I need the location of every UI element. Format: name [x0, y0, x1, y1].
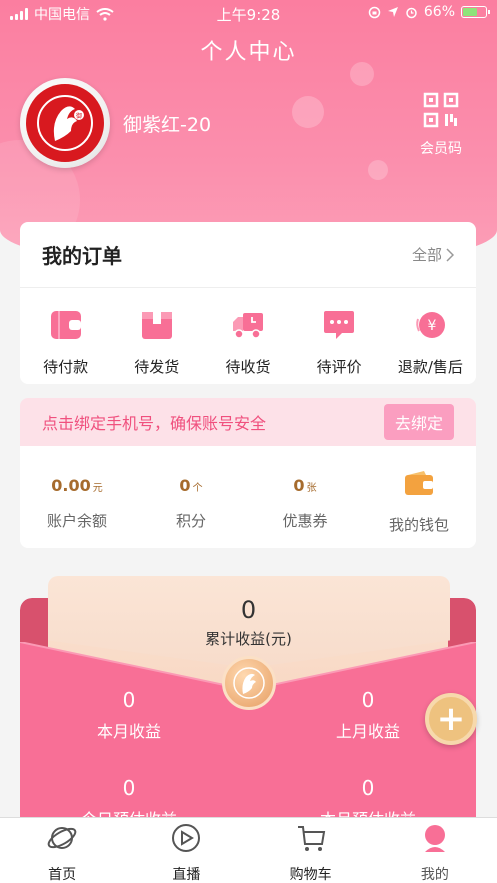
box-icon: [141, 312, 172, 339]
planet-icon: [47, 827, 77, 849]
bind-phone-banner: 点击绑定手机号，确保账号安全 去绑定: [20, 398, 476, 446]
stat-value: 0: [293, 476, 305, 495]
stat-unit: 张: [306, 483, 317, 494]
earning-value: 0: [122, 688, 136, 712]
battery-icon: [461, 6, 490, 18]
earning-this-month[interactable]: 0 本月收益: [49, 688, 209, 742]
bind-phone-button[interactable]: 去绑定: [383, 404, 454, 440]
add-button[interactable]: +: [425, 693, 477, 745]
member-code-label: 会员码: [420, 141, 462, 157]
svg-text:御: 御: [76, 112, 82, 120]
order-pending-payment[interactable]: 待付款: [21, 308, 111, 377]
tab-cart[interactable]: 购物车: [249, 818, 373, 883]
earning-last-month[interactable]: 0 上月收益: [288, 688, 448, 742]
truck-icon: [232, 313, 263, 339]
total-earnings-label: 累计收益(元): [205, 630, 292, 648]
bind-phone-text: 点击绑定手机号，确保账号安全: [42, 414, 267, 433]
earning-label: 上月收益: [335, 722, 400, 741]
stat-label: 我的钱包: [388, 516, 449, 534]
stat-value: 0.00: [51, 476, 91, 495]
stat-value: 0: [179, 476, 191, 495]
total-earnings-value: 0: [240, 596, 257, 624]
tab-label: 购物车: [289, 867, 332, 883]
orders-view-all-link[interactable]: 全部: [412, 244, 454, 265]
stat-coupons[interactable]: 0张 优惠券: [248, 446, 362, 548]
wallet-card-icon: [50, 311, 81, 339]
stat-points[interactable]: 0个 积分: [134, 446, 248, 548]
battery-percent: 66%: [423, 4, 455, 20]
brand-coin-icon: [222, 656, 276, 710]
alarm-icon: [406, 7, 417, 18]
tab-label: 首页: [48, 867, 77, 883]
chat-bubble-icon: [324, 311, 355, 339]
location-icon: [387, 7, 398, 17]
bottom-tab-bar: 首页 直播 购物车 我的: [0, 817, 497, 883]
tab-label: 直播: [172, 867, 201, 883]
status-bar: 中国电信 上午9:28 66%: [0, 0, 497, 26]
brand-logo-icon: 御: [37, 95, 93, 151]
order-pending-shipment[interactable]: 待发货: [112, 308, 202, 377]
cart-icon: [297, 826, 325, 851]
qr-code-icon: [423, 92, 459, 128]
stat-unit: 个: [192, 483, 203, 494]
order-label: 待付款: [43, 358, 89, 376]
avatar[interactable]: 御: [20, 78, 110, 168]
earning-value: 0: [361, 688, 375, 712]
wallet-icon: [405, 471, 433, 495]
order-label: 待发货: [134, 358, 180, 376]
earning-label: 本月收益: [96, 722, 161, 741]
chevron-right-icon: [446, 247, 454, 262]
plus-icon: +: [436, 699, 466, 739]
stat-label: 优惠券: [282, 512, 328, 530]
stat-wallet[interactable]: 我的钱包: [362, 446, 476, 548]
tab-label: 我的: [420, 867, 449, 883]
stat-label: 积分: [175, 512, 206, 530]
lock-rotation-icon: [368, 6, 381, 18]
svg-text:¥: ¥: [428, 318, 437, 334]
stat-unit: 元: [92, 483, 103, 494]
page-title: 个人中心: [200, 40, 297, 65]
order-label: 待评价: [316, 358, 362, 376]
user-icon: [424, 825, 445, 852]
yen-refund-icon: ¥: [416, 312, 446, 338]
order-pending-receipt[interactable]: 待收货: [203, 308, 293, 377]
tab-home[interactable]: 首页: [0, 818, 124, 883]
account-stats-card: 0.00 元 账户余额 0个 积分 0张 优惠券 我的钱包: [20, 446, 476, 548]
total-earnings[interactable]: 0 累计收益(元): [0, 596, 497, 649]
member-code-button[interactable]: 会员码: [413, 92, 469, 158]
view-all-label: 全部: [411, 246, 442, 264]
orders-card: 我的订单 全部 待付款 待发货 待收货 待评价 ¥ 退款/售后: [20, 222, 476, 384]
earning-value: 0: [361, 776, 375, 800]
username: 御紫红-20: [123, 114, 212, 136]
play-circle-icon: [172, 824, 201, 852]
tab-mine[interactable]: 我的: [373, 818, 497, 883]
stat-label: 账户余额: [46, 512, 107, 530]
order-label: 退款/售后: [397, 358, 463, 376]
order-pending-review[interactable]: 待评价: [294, 308, 384, 377]
order-label: 待收货: [225, 358, 271, 376]
stat-balance[interactable]: 0.00 元 账户余额: [20, 446, 134, 548]
earning-value: 0: [122, 776, 136, 800]
order-refund-aftersale[interactable]: ¥ 退款/售后: [385, 308, 475, 377]
tab-live[interactable]: 直播: [124, 818, 248, 883]
orders-title: 我的订单: [42, 244, 122, 268]
